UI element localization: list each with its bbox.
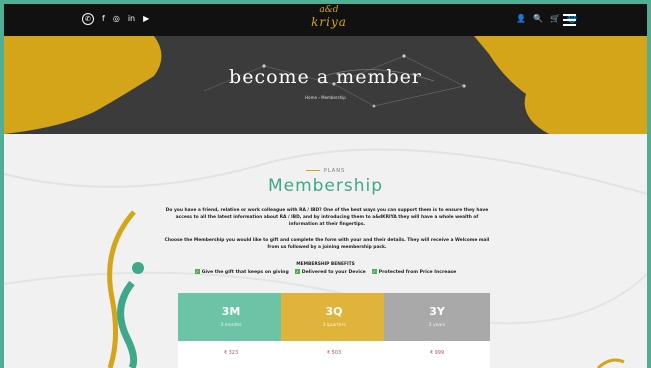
plans-label-text: PLANS (323, 168, 346, 174)
benefit-item: ✓ Give the gift that keeps on giving (194, 269, 289, 275)
logo-main-text: kriya (311, 15, 347, 29)
decorative-swirl (596, 358, 625, 368)
plan-code: 3Y (429, 305, 445, 318)
whatsapp-icon[interactable]: ✆ (82, 13, 94, 25)
plan-card-header: 3Y 3 years (384, 293, 490, 341)
cart-icon[interactable]: 🛒 (550, 14, 560, 23)
plan-price: ₹ 999 (429, 350, 445, 356)
section-eyebrow: PLANS (4, 168, 647, 174)
benefit-text: Delivered to your Device (301, 270, 366, 275)
facebook-icon[interactable]: f (102, 13, 105, 25)
hamburger-menu-icon[interactable] (563, 14, 576, 26)
youtube-icon[interactable]: ▶ (143, 13, 149, 25)
plan-card-3y[interactable]: 3Y 3 years ₹ 999 (384, 293, 490, 368)
search-icon[interactable]: 🔍 (533, 14, 543, 23)
plan-code: 3Q (325, 305, 343, 318)
instructions-paragraph: Choose the Membership you would like to … (164, 238, 490, 250)
site-logo[interactable]: a&d kriya (309, 6, 349, 34)
hero-banner: become a member Home › Membership (4, 36, 647, 134)
check-icon: ✓ (294, 269, 300, 274)
plan-card-3m[interactable]: 3M 3 months ₹ 323 (178, 293, 284, 368)
top-navigation-bar: ✆ f ◎ in ▶ a&d kriya 👤 🔍 🛒 🌐 (4, 4, 647, 36)
eyebrow-line (305, 170, 320, 171)
user-icon[interactable]: 👤 (516, 14, 526, 23)
plan-duration: 3 months (220, 323, 242, 328)
plan-duration: 3 quarters (322, 323, 346, 328)
logo-top-text: a&d (319, 5, 339, 15)
plan-card-header: 3M 3 months (178, 293, 284, 341)
breadcrumb[interactable]: Home › Membership (4, 95, 647, 100)
plan-card-header: 3Q 3 quarters (281, 293, 387, 341)
plan-code: 3M (221, 305, 241, 318)
social-links: ✆ f ◎ in ▶ (82, 13, 149, 25)
benefit-text: Protected from Price Increase (378, 270, 457, 275)
page: ✆ f ◎ in ▶ a&d kriya 👤 🔍 🛒 🌐 (4, 4, 647, 368)
membership-section: PLANS Membership Do you have a friend, r… (4, 134, 647, 368)
check-icon: ✓ (194, 269, 200, 274)
plan-price: ₹ 323 (223, 350, 239, 356)
section-title: Membership (267, 176, 384, 196)
plan-price: ₹ 503 (326, 350, 342, 356)
plan-card-3q[interactable]: 3Q 3 quarters ₹ 503 (281, 293, 387, 368)
linkedin-icon[interactable]: in (128, 13, 135, 25)
benefit-text: Give the gift that keeps on giving (201, 270, 289, 275)
dancer-illustration (107, 210, 144, 368)
intro-paragraph: Do you have a friend, relative or work c… (165, 208, 489, 227)
check-icon: ✓ (371, 269, 377, 274)
instagram-icon[interactable]: ◎ (113, 13, 120, 25)
plan-duration: 3 years (428, 323, 446, 328)
benefit-item: ✓ Protected from Price Increase (371, 269, 457, 275)
benefit-item: ✓ Delivered to your Device (294, 269, 366, 275)
page-title: become a member (229, 66, 422, 88)
